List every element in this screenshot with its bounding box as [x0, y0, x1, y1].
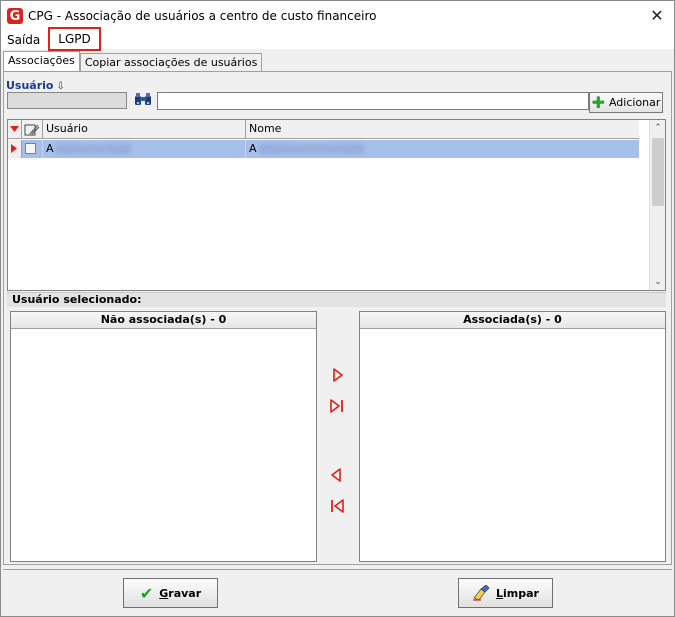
title-bar[interactable]: G CPG - Associação de usuários a centro … — [1, 1, 674, 31]
row-indicator-icon — [8, 140, 22, 158]
bottom-bar — [3, 569, 672, 615]
row-checkbox-cell — [22, 140, 43, 158]
grid-header: Usuário Nome — [8, 120, 639, 139]
binoculars-icon[interactable] — [134, 92, 152, 108]
associated-header: Associada(s) - 0 — [360, 312, 665, 329]
clear-button[interactable]: Limpar — [458, 578, 553, 608]
user-label-text: Usuário — [6, 79, 54, 92]
close-button[interactable]: ✕ — [648, 7, 666, 25]
eraser-icon — [473, 585, 490, 601]
check-icon: ✔ — [139, 583, 154, 603]
sort-arrow-icon[interactable]: ⇩ — [57, 81, 65, 92]
app-logo-icon: G — [7, 8, 23, 24]
move-all-right-icon[interactable] — [330, 399, 344, 413]
grid-header-select-all[interactable] — [22, 120, 43, 139]
user-code-field[interactable] — [7, 92, 127, 109]
grid-header-nome[interactable]: Nome — [246, 120, 639, 139]
tab-copiar-associacoes[interactable]: Copiar associações de usuários — [79, 53, 263, 71]
add-button[interactable]: ✚ Adicionar — [589, 92, 663, 113]
user-search-input[interactable] — [157, 92, 589, 110]
not-associated-header: Não associada(s) - 0 — [11, 312, 316, 329]
scroll-down-icon[interactable]: ⌄ — [650, 274, 665, 290]
not-associated-list[interactable]: Não associada(s) - 0 — [10, 311, 317, 562]
save-accelerator: G — [159, 586, 169, 600]
clear-button-label: Limpar — [496, 587, 539, 600]
grid-vertical-scrollbar[interactable]: ⌃ ⌄ — [649, 120, 665, 290]
associated-list[interactable]: Associada(s) - 0 — [359, 311, 666, 562]
clear-accelerator: L — [496, 586, 504, 600]
save-button[interactable]: ✔ Gravar — [123, 578, 218, 608]
clear-label-rest: impar — [503, 586, 539, 600]
menu-bar: Saída LGPD — [1, 27, 674, 51]
menu-lgpd[interactable]: LGPD — [48, 27, 101, 51]
grid-header-usuario[interactable]: Usuário — [43, 120, 246, 139]
menu-saida[interactable]: Saída — [1, 31, 46, 49]
plus-icon: ✚ — [591, 92, 605, 112]
redacted-text — [55, 144, 131, 154]
add-button-label: Adicionar — [608, 96, 661, 109]
selected-user-bar: Usuário selecionado: — [7, 292, 666, 307]
user-filter-label: Usuário ⇩ — [6, 79, 65, 92]
tab-strip: Associações Copiar associações de usuári… — [3, 51, 263, 71]
redacted-text — [258, 144, 364, 154]
table-row[interactable]: A A — [8, 140, 639, 158]
save-button-label: Gravar — [159, 587, 201, 600]
move-right-icon[interactable] — [330, 368, 344, 382]
filter-down-icon — [10, 126, 19, 132]
tab-associacoes[interactable]: Associações — [3, 51, 80, 71]
row-nome-text: A — [249, 142, 257, 155]
row-nome: A — [246, 140, 639, 158]
main-window: G CPG - Associação de usuários a centro … — [0, 0, 675, 617]
move-all-left-icon[interactable] — [330, 499, 344, 513]
scroll-up-icon[interactable]: ⌃ — [650, 120, 665, 136]
grid-header-indicator[interactable] — [8, 120, 22, 139]
row-checkbox[interactable] — [25, 143, 36, 154]
row-usuario-text: A — [46, 142, 54, 155]
clip-icon — [24, 124, 40, 136]
scroll-thumb[interactable] — [652, 138, 664, 206]
window-title: CPG - Associação de usuários a centro de… — [28, 9, 377, 23]
save-label-rest: ravar — [168, 586, 202, 600]
row-usuario: A — [43, 140, 246, 158]
users-grid: Usuário Nome A A ⌃ ⌄ — [7, 119, 666, 291]
move-left-icon[interactable] — [330, 468, 344, 482]
